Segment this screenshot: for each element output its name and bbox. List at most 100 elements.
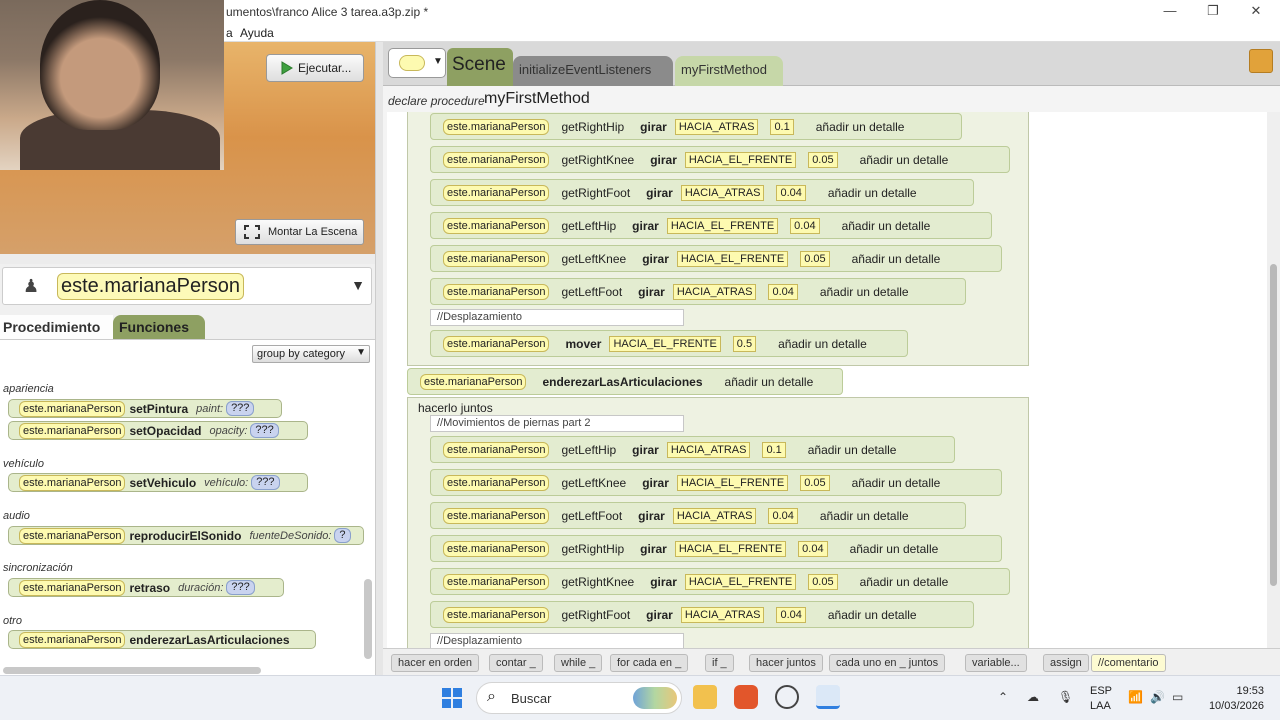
microphone-icon[interactable]: 🎙 [1058,690,1073,704]
statement-turn[interactable]: este.marianaPerson getLeftHip girar HACI… [430,212,992,239]
add-detail[interactable]: añadir un detalle [842,219,931,233]
add-detail[interactable]: añadir un detalle [828,186,917,200]
close-button[interactable]: ✕ [1242,2,1270,20]
direction-value[interactable]: HACIA_EL_FRENTE [676,474,789,491]
setup-scene-button[interactable]: Montar La Escena [235,219,364,245]
amount-value[interactable]: 0.05 [808,573,838,590]
direction-value[interactable]: HACIA_ATRAS [680,184,765,201]
statement-turn[interactable]: este.marianaPerson getRightHip girar HAC… [430,535,1002,562]
vertical-splitter[interactable] [375,42,383,675]
minimize-button[interactable]: — [1156,2,1184,20]
briefcase-icon[interactable] [1249,49,1273,73]
direction-value[interactable]: HACIA_EL_FRENTE [609,335,721,352]
add-detail[interactable]: añadir un detalle [860,575,949,589]
snippet-while[interactable]: while _ [554,654,603,672]
clock-time[interactable]: 19:53 [1224,685,1264,697]
volume-icon[interactable]: 🔊 [1150,690,1165,704]
snippet-comment[interactable]: //comentario [1091,654,1166,672]
amount-value[interactable]: 0.04 [790,217,820,234]
procedure-tile[interactable]: este.marianaPerson retraso duración: ??? [8,578,284,597]
direction-value[interactable]: HACIA_ATRAS [672,507,757,524]
procedure-tile[interactable]: este.marianaPerson enderezarLasArticulac… [8,630,316,649]
brave-browser-icon[interactable] [734,685,758,709]
statement-turn[interactable]: este.marianaPerson getRightFoot girar HA… [430,601,974,628]
snippet-variable[interactable]: variable... [965,654,1027,672]
amount-value[interactable]: 0.04 [776,184,806,201]
amount-value[interactable]: 0.1 [762,441,786,458]
add-detail[interactable]: añadir un detalle [725,375,814,389]
tab-my-first-method[interactable]: myFirstMethod [675,56,783,86]
menu-item-window[interactable]: a [226,26,233,40]
direction-value[interactable]: HACIA_ATRAS [674,118,759,135]
direction-value[interactable]: HACIA_EL_FRENTE [674,540,787,557]
tab-initialize-event-listeners[interactable]: initializeEventListeners [513,56,673,86]
maximize-button[interactable]: ❐ [1199,2,1227,20]
statement-turn[interactable]: este.marianaPerson getRightKnee girar HA… [430,146,1010,173]
add-detail[interactable]: añadir un detalle [828,608,917,622]
direction-value[interactable]: HACIA_EL_FRENTE [676,250,789,267]
input-language[interactable]: ESP [1090,685,1112,697]
statement-turn[interactable]: este.marianaPerson getRightHip girar HAC… [430,113,962,140]
add-detail[interactable]: añadir un detalle [852,252,941,266]
battery-icon[interactable]: ▭ [1172,690,1183,704]
statement-turn[interactable]: este.marianaPerson getLeftKnee girar HAC… [430,469,1002,496]
clock-date[interactable]: 10/03/2026 [1196,700,1264,712]
scrollbar-thumb[interactable] [1270,264,1277,586]
statement-turn[interactable]: este.marianaPerson getRightFoot girar HA… [430,179,974,206]
menu-item-help[interactable]: Ayuda [240,26,274,40]
run-button[interactable]: Ejecutar... [266,54,364,82]
editor-vertical-scrollbar[interactable] [1267,112,1280,648]
statement-move[interactable]: este.marianaPerson mover HACIA_EL_FRENTE… [430,330,908,357]
snippet-count[interactable]: contar _ [489,654,543,672]
add-detail[interactable]: añadir un detalle [820,509,909,523]
amount-value[interactable]: 0.05 [808,151,838,168]
direction-value[interactable]: HACIA_ATRAS [666,441,751,458]
snippet-do-together[interactable]: hacer juntos [749,654,823,672]
procedure-tile[interactable]: este.marianaPerson reproducirElSonido fu… [8,526,364,545]
alice-app-icon[interactable] [816,685,840,709]
statement-turn[interactable]: este.marianaPerson getLeftKnee girar HAC… [430,245,1002,272]
amount-value[interactable]: 0.1 [770,118,794,135]
add-detail[interactable]: añadir un detalle [778,337,867,351]
snippet-if[interactable]: if _ [705,654,734,672]
horizontal-splitter[interactable] [0,254,375,264]
code-canvas[interactable]: este.marianaPerson getRightHip girar HAC… [387,112,1267,648]
type-selector[interactable]: ▼ [388,48,446,78]
direction-value[interactable]: HACIA_EL_FRENTE [666,217,779,234]
snippet-each-in-together[interactable]: cada uno en _ juntos [829,654,946,672]
amount-value[interactable]: 0.5 [732,335,757,352]
procedure-tile[interactable]: este.marianaPerson setOpacidad opacity: … [8,421,308,440]
snippet-for-each[interactable]: for cada en _ [610,654,689,672]
group-by-select[interactable]: group by category ▼ [252,345,370,363]
amount-value[interactable]: 0.04 [768,507,798,524]
add-detail[interactable]: añadir un detalle [852,476,941,490]
cloud-icon[interactable]: ☁ [1027,690,1039,704]
procedure-tile[interactable]: este.marianaPerson setPintura paint: ??? [8,399,282,418]
add-detail[interactable]: añadir un detalle [808,443,897,457]
vertical-scrollbar[interactable] [364,579,372,659]
add-detail[interactable]: añadir un detalle [816,120,905,134]
direction-value[interactable]: HACIA_ATRAS [672,283,757,300]
horizontal-scrollbar[interactable] [3,667,261,674]
object-selector[interactable]: ♟ este.marianaPerson ▼ [2,267,372,305]
statement-straighten[interactable]: este.marianaPerson enderezarLasArticulac… [407,368,843,395]
statement-turn[interactable]: este.marianaPerson getLeftHip girar HACI… [430,436,955,463]
snippet-do-in-order[interactable]: hacer en orden [391,654,479,672]
tab-procedures[interactable]: Procedimiento [0,315,113,339]
direction-value[interactable]: HACIA_EL_FRENTE [684,573,797,590]
tab-scene[interactable]: Scene [447,48,513,86]
amount-value[interactable]: 0.04 [798,540,828,557]
windows-start-icon[interactable] [442,688,462,708]
amount-value[interactable]: 0.04 [768,283,798,300]
comment-block[interactable]: //Desplazamiento [430,309,684,326]
statement-turn[interactable]: este.marianaPerson getLeftFoot girar HAC… [430,502,966,529]
chatgpt-icon[interactable] [775,685,799,709]
procedure-tile[interactable]: este.marianaPerson setVehiculo vehículo:… [8,473,308,492]
add-detail[interactable]: añadir un detalle [860,153,949,167]
chevron-up-icon[interactable]: ⌃ [998,690,1008,704]
keyboard-layout[interactable]: LAA [1090,700,1111,712]
statement-turn[interactable]: este.marianaPerson getRightKnee girar HA… [430,568,1010,595]
taskbar-search[interactable]: ⌕ Buscar [476,682,682,714]
dropdown-arrow-icon[interactable]: ▼ [351,277,365,293]
statement-turn[interactable]: este.marianaPerson getLeftFoot girar HAC… [430,278,966,305]
